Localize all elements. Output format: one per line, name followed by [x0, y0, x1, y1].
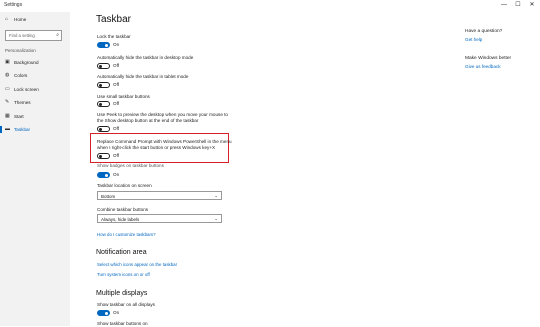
- toggle-state: On: [113, 310, 120, 315]
- combine-dropdown[interactable]: Always, hide labels ⌄: [97, 214, 222, 223]
- get-help-link[interactable]: Get help: [465, 37, 482, 42]
- sidebar-item-label: Home: [14, 17, 27, 22]
- sidebar-item-lock-screen[interactable]: ▭ Lock screen: [0, 84, 70, 95]
- start-icon: ▦: [5, 113, 10, 119]
- autohide-tablet-toggle[interactable]: [97, 82, 110, 88]
- combine-label: Combine taskbar buttons: [97, 207, 149, 212]
- toggle-state: Off: [113, 153, 120, 158]
- setting-label: Show badges on taskbar buttons: [97, 163, 164, 168]
- sidebar-item-label: Start: [14, 114, 24, 119]
- notification-heading: Notification area: [96, 249, 147, 256]
- maximize-button[interactable]: ☐: [512, 1, 524, 10]
- toggle-knob: [99, 155, 102, 158]
- toggle-state: Off: [113, 126, 120, 131]
- taskbar-icon: ▬: [5, 126, 10, 132]
- question-heading: Have a question?: [465, 29, 503, 34]
- home-icon: ⌂: [5, 16, 9, 22]
- setting-label: when I right-click the start button or p…: [97, 145, 216, 150]
- palette-icon: ◍: [5, 72, 10, 78]
- toggle-state: Off: [113, 63, 120, 68]
- sidebar-item-start[interactable]: ▦ Start: [0, 111, 70, 122]
- monitor-icon: ▭: [5, 86, 10, 92]
- setting-label: Show taskbar buttons on: [97, 321, 148, 326]
- toggle-knob: [99, 103, 102, 106]
- powershell-toggle[interactable]: [97, 153, 110, 159]
- close-button[interactable]: ✕: [526, 1, 538, 10]
- multiple-displays-heading: Multiple displays: [96, 290, 148, 297]
- toggle-state: On: [113, 172, 120, 177]
- toggle-knob: [105, 44, 108, 47]
- sidebar-item-label: Themes: [14, 100, 31, 105]
- peek-toggle[interactable]: [97, 126, 110, 132]
- autohide-desktop-toggle[interactable]: [97, 63, 110, 69]
- toggle-knob: [105, 174, 108, 177]
- toggle-knob: [99, 128, 102, 131]
- page-title: Taskbar: [96, 14, 132, 25]
- lock-taskbar-toggle[interactable]: [97, 42, 110, 48]
- sidebar-item-label: Lock screen: [14, 87, 39, 92]
- brush-icon: ✎: [5, 99, 10, 105]
- sidebar-item-themes[interactable]: ✎ Themes: [0, 97, 70, 108]
- sidebar-item-home[interactable]: ⌂ Home: [0, 14, 70, 25]
- toggle-knob: [105, 312, 108, 315]
- picture-icon: ▣: [5, 59, 10, 65]
- better-heading: Make Windows better: [465, 56, 512, 61]
- section-label: Personalization: [5, 48, 36, 53]
- active-indicator: [0, 126, 2, 133]
- chevron-down-icon: ⌄: [214, 193, 218, 198]
- sidebar-item-taskbar[interactable]: ▬ Taskbar: [0, 124, 70, 135]
- location-dropdown[interactable]: Bottom ⌄: [97, 191, 222, 200]
- feedback-link[interactable]: Give us feedback: [465, 64, 501, 69]
- small-buttons-toggle[interactable]: [97, 101, 110, 107]
- setting-label: Use small taskbar buttons: [97, 94, 150, 99]
- customize-link[interactable]: How do I customize taskbars?: [97, 232, 156, 237]
- window-title: Settings: [4, 2, 23, 8]
- sidebar-item-background[interactable]: ▣ Background: [0, 57, 70, 68]
- location-value: Bottom: [101, 194, 116, 199]
- title-bar: Settings — ☐ ✕: [0, 0, 540, 12]
- combine-value: Always, hide labels: [101, 217, 140, 222]
- system-icons-link[interactable]: Turn system icons on or off: [97, 272, 150, 277]
- setting-label: Lock the taskbar: [97, 34, 131, 39]
- chevron-down-icon: ⌄: [214, 216, 218, 221]
- search-placeholder: Find a setting: [9, 33, 35, 38]
- sidebar-item-label: Colors: [14, 73, 28, 78]
- sidebar-item-colors[interactable]: ◍ Colors: [0, 70, 70, 81]
- toggle-state: Off: [113, 101, 120, 106]
- toggle-state: On: [113, 42, 120, 47]
- minimize-button[interactable]: —: [498, 1, 510, 10]
- search-input[interactable]: Find a setting ⌕: [5, 30, 62, 41]
- setting-label: the Show desktop button at the end of th…: [97, 118, 199, 123]
- notif-icons-link[interactable]: Select which icons appear on the taskbar: [97, 262, 177, 267]
- badges-toggle[interactable]: [97, 172, 110, 178]
- location-label: Taskbar location on screen: [97, 183, 152, 188]
- sidebar-item-label: Background: [14, 60, 39, 65]
- setting-label: Show taskbar on all displays: [97, 302, 155, 307]
- setting-label: Automatically hide the taskbar in tablet…: [97, 74, 189, 79]
- sidebar-item-label: Taskbar: [14, 127, 31, 132]
- setting-label: Automatically hide the taskbar in deskto…: [97, 55, 194, 60]
- search-icon: ⌕: [56, 32, 59, 38]
- toggle-knob: [99, 84, 102, 87]
- show-all-displays-toggle[interactable]: [97, 310, 110, 316]
- toggle-state: Off: [113, 82, 120, 87]
- toggle-knob: [99, 65, 102, 68]
